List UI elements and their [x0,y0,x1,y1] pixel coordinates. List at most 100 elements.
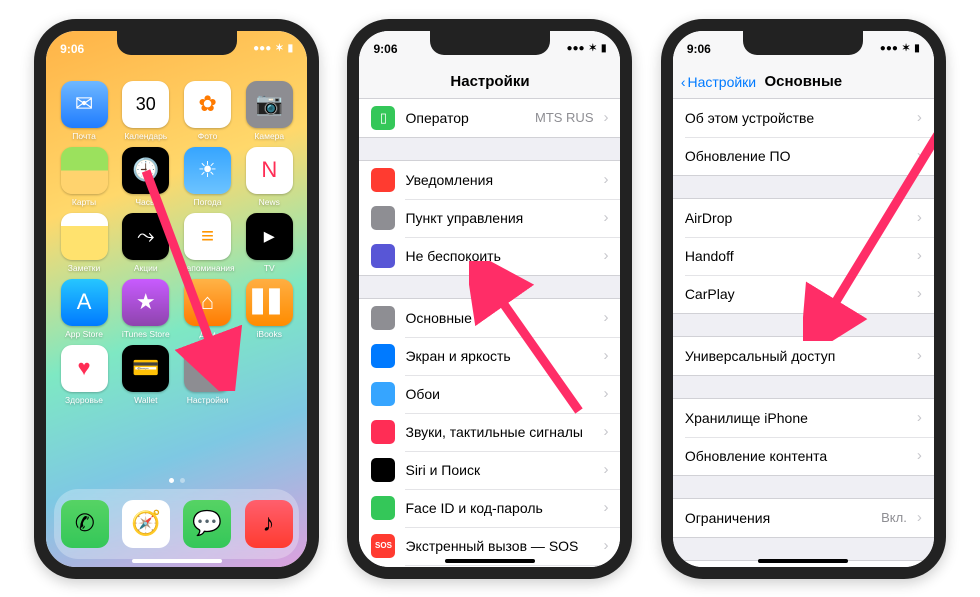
dock-music[interactable]: ♪ [245,500,293,548]
settings-icon: ⚙2 [184,345,231,392]
settings-row[interactable]: Основные › [359,299,620,337]
row-icon [371,382,395,406]
app-notes[interactable]: Заметки [56,213,112,273]
dock: ✆ 🧭 💬 ♪ [54,489,299,559]
settings-row[interactable]: Face ID и код-пароль› [359,489,620,527]
chevron-icon: › [917,447,922,464]
phone-settings-general: 9:06 ●●● ✶ ▮ ‹ Настройки Основные Об это… [661,19,946,579]
app-label: Камера [254,131,284,141]
app-label: iTunes Store [122,329,170,339]
app-stocks[interactable]: ⤳ Акции [118,213,174,273]
status-icons: ●●● ✶ ▮ [880,43,920,54]
row-label: Не беспокоить [405,248,593,264]
app-label: Часы [135,197,156,207]
photos-icon: ✿ [184,81,231,128]
dock-safari[interactable]: 🧭 [122,500,170,548]
app-label: Дом [199,329,215,339]
settings-row[interactable]: Siri и Поиск› [359,451,620,489]
row-label: Экран и яркость [405,348,593,364]
stocks-icon: ⤳ [122,213,169,260]
row-carrier[interactable]: ▯ Оператор MTS RUS › [359,99,620,137]
app-ibooks[interactable]: ▋▋iBooks [241,279,297,339]
dock-messages[interactable]: 💬 [183,500,231,548]
row-icon [371,496,395,520]
row-label: Обновление ПО [685,148,907,164]
app-appstore[interactable]: AApp Store [56,279,112,339]
app-label: Wallet [134,395,157,405]
settings-row[interactable]: Не беспокоить › [359,237,620,275]
settings-row[interactable]: ОграниченияВкл.› [673,499,934,537]
app-wallet[interactable]: 💳Wallet [118,345,174,405]
chevron-icon: › [603,109,608,126]
general-list[interactable]: Об этом устройстве›Обновление ПО› AirDro… [673,99,934,567]
app-mail[interactable]: ✉Почта [56,81,112,141]
chevron-icon: › [603,347,608,364]
row-label: Оператор [405,110,525,126]
settings-row[interactable]: Обновление ПО› [673,137,934,175]
settings-row[interactable]: Уведомления› [359,161,620,199]
home-indicator[interactable] [445,559,535,563]
nav-back-button[interactable]: ‹ Настройки [681,74,756,90]
home-indicator[interactable] [758,559,848,563]
row-label: Ограничения [685,510,871,526]
row-label: CarPlay [685,286,907,302]
app-weather[interactable]: ☀Погода [180,147,236,207]
reminders-icon: ≡ [184,213,231,260]
app-maps[interactable]: Карты [56,147,112,207]
battery-icon: ▮ [914,43,920,54]
app-label: News [259,197,280,207]
settings-row[interactable]: Handoff› [673,237,934,275]
row-label: Основные [405,310,593,326]
home-indicator[interactable] [132,559,222,563]
health-icon: ♥ [61,345,108,392]
app-health[interactable]: ♥Здоровье [56,345,112,405]
app-news[interactable]: NNews [241,147,297,207]
row-label: Хранилище iPhone [685,410,907,426]
settings-row[interactable]: Обновление контента › [673,437,934,475]
carrier-icon: ▯ [371,106,395,130]
app-reminders[interactable]: ≡ Напоминания [180,213,236,273]
app-clock[interactable]: 🕘Часы [118,147,174,207]
app-label: Акции [134,263,158,273]
settings-row[interactable]: Универсальный доступ› [673,337,934,375]
settings-row[interactable]: CarPlay› [673,275,934,313]
app-calendar[interactable]: 30 Календарь [118,81,174,141]
chevron-icon: › [603,209,608,226]
settings-row[interactable]: Об этом устройстве› [673,99,934,137]
app-home[interactable]: ⌂ Дом [180,279,236,339]
app-itunes[interactable]: ★iTunes Store [118,279,174,339]
app-label: Напоминания [180,263,234,273]
settings-row[interactable]: Пункт управления› [359,199,620,237]
calendar-icon: 30 [122,81,169,128]
settings-row[interactable]: AirDrop› [673,199,934,237]
page-dots[interactable] [169,478,185,483]
settings-row[interactable]: Экран и яркость › [359,337,620,375]
app-tv[interactable]: ▸TV [241,213,297,273]
chevron-icon: › [917,509,922,526]
app-camera[interactable]: 📷Камера [241,81,297,141]
tv-icon: ▸ [246,213,293,260]
settings-row[interactable]: Обои› [359,375,620,413]
dock-phone[interactable]: ✆ [61,500,109,548]
settings-list[interactable]: ▯ Оператор MTS RUS › Уведомления›Пункт у… [359,99,620,567]
settings-row[interactable]: Хранилище iPhone› [673,399,934,437]
chevron-icon: › [917,109,922,126]
chevron-icon: › [603,171,608,188]
chevron-icon: › [603,247,608,264]
row-label: Face ID и код-пароль [405,500,593,516]
chevron-icon: › [603,423,608,440]
app-label: Календарь [124,131,167,141]
app-label: Почта [72,131,96,141]
row-label: Обновление контента [685,448,907,464]
app-label: iBooks [257,329,283,339]
home-icon: ⌂ [184,279,231,326]
chevron-icon: › [603,309,608,326]
chevron-icon: › [603,385,608,402]
notch [117,31,237,55]
settings-row[interactable]: Аккумулятор› [359,565,620,567]
app-settings[interactable]: ⚙2Настройки [180,345,236,405]
weather-icon: ☀ [184,147,231,194]
app-photos[interactable]: ✿Фото [180,81,236,141]
settings-row[interactable]: Звуки, тактильные сигналы› [359,413,620,451]
signal-icon: ●●● [253,43,271,54]
